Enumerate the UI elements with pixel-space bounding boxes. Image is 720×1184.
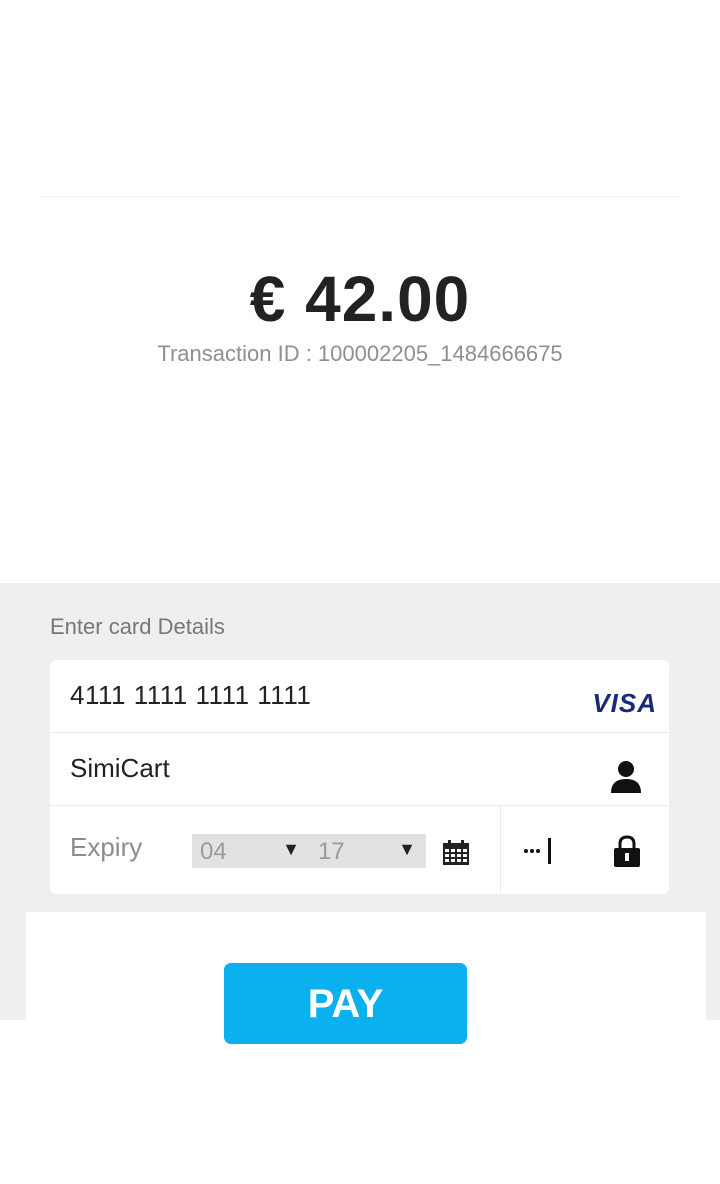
cvv-icon[interactable] bbox=[522, 836, 554, 866]
visa-logo: VISA bbox=[592, 688, 657, 718]
card-holder-input[interactable] bbox=[70, 753, 530, 784]
lock-icon bbox=[614, 835, 640, 867]
card-holder-row bbox=[50, 733, 669, 806]
top-divider bbox=[40, 196, 680, 197]
expiry-cvv-row: Expiry 04 ▼ 17 ▼ bbox=[50, 806, 669, 894]
card-form: VISA Expiry 04 ▼ 17 ▼ bbox=[50, 660, 669, 894]
calendar-icon bbox=[443, 840, 469, 865]
expiry-month-value: 04 bbox=[200, 838, 227, 865]
cvv-divider bbox=[500, 806, 501, 894]
person-icon bbox=[611, 761, 641, 793]
expiry-label: Expiry bbox=[70, 832, 143, 862]
card-number-input[interactable] bbox=[70, 680, 530, 711]
expiry-year-select[interactable]: 17 ▼ bbox=[310, 834, 426, 868]
expiry-year-value: 17 bbox=[318, 838, 345, 865]
pay-button[interactable]: PAY bbox=[224, 963, 467, 1044]
chevron-down-icon: ▼ bbox=[398, 839, 416, 859]
expiry-month-select[interactable]: 04 ▼ bbox=[192, 834, 310, 868]
transaction-id: Transaction ID : 100002205_1484666675 bbox=[157, 341, 563, 366]
card-number-row: VISA bbox=[50, 660, 669, 733]
payment-amount: € 42.00 bbox=[249, 263, 471, 335]
card-details-title: Enter card Details bbox=[50, 614, 225, 639]
chevron-down-icon: ▼ bbox=[282, 839, 300, 859]
